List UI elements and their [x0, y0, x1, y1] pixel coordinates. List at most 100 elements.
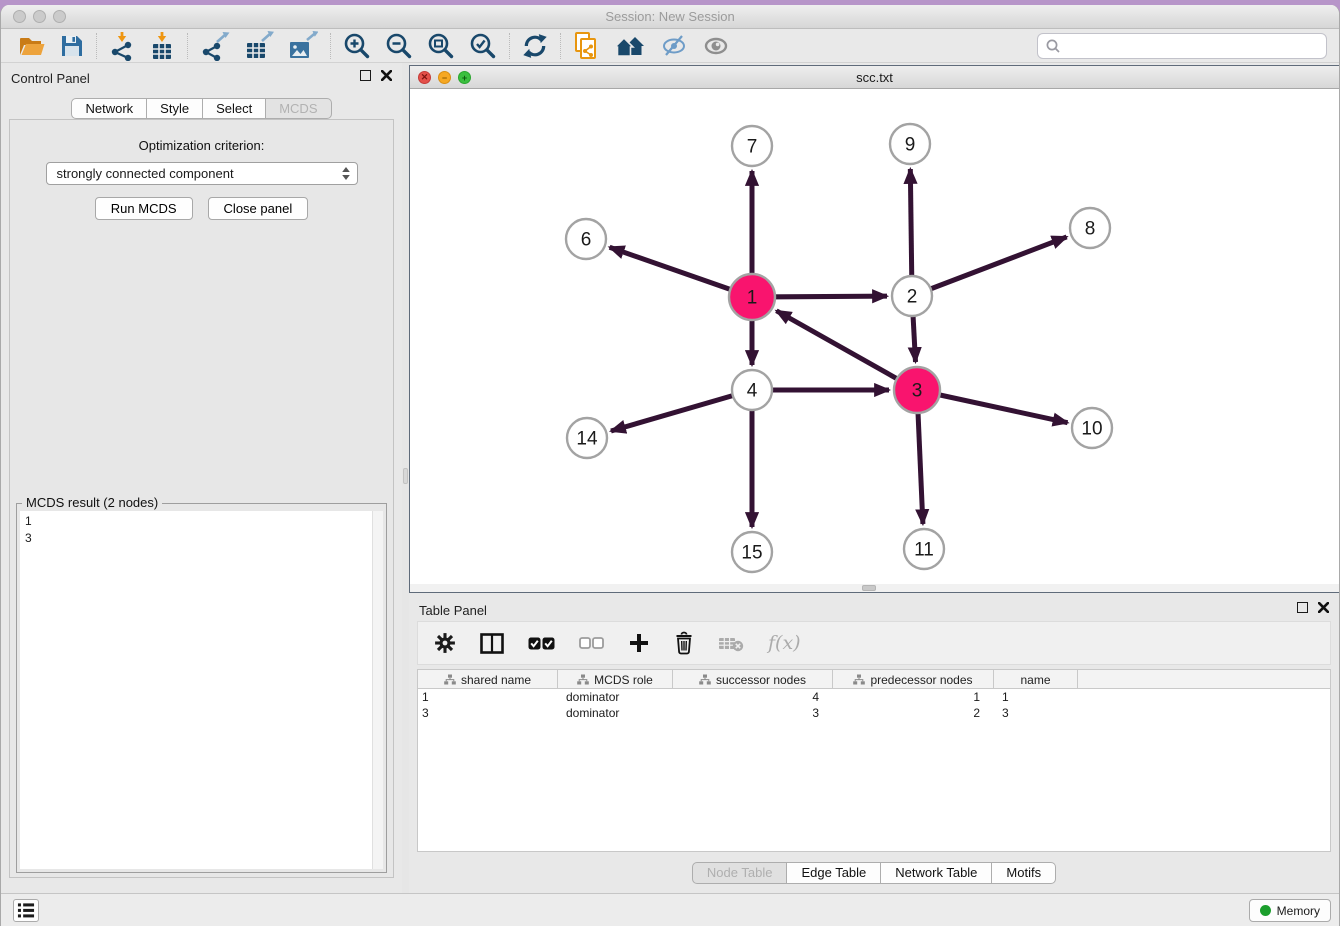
graph-node-2[interactable]: 2	[892, 276, 932, 316]
zoom-out-button[interactable]	[378, 30, 420, 62]
import-table-button[interactable]	[142, 30, 182, 62]
graph-node-9[interactable]: 9	[890, 124, 930, 164]
tab-style[interactable]: Style	[147, 98, 203, 119]
close-panel-button[interactable]: Close panel	[208, 197, 309, 220]
toolbar-separator	[560, 33, 561, 59]
graph-node-label: 11	[914, 540, 934, 561]
tab-motifs[interactable]: Motifs	[992, 862, 1056, 884]
result-scrollbar[interactable]	[372, 511, 383, 869]
titlebar: Session: New Session	[1, 5, 1339, 29]
trash-icon	[674, 631, 694, 655]
graph-node-14[interactable]: 14	[567, 418, 607, 458]
graph-node-3[interactable]: 3	[894, 367, 940, 413]
panel-divider[interactable]	[402, 63, 409, 893]
column-label: MCDS role	[594, 673, 653, 687]
show-all-button[interactable]	[696, 30, 738, 62]
graph-node-15[interactable]: 15	[732, 532, 772, 572]
select-stepper-icon	[341, 166, 351, 181]
tab-network-table[interactable]: Network Table	[881, 862, 992, 884]
graph-edge-4-14[interactable]	[611, 390, 752, 431]
graph-node-6[interactable]: 6	[566, 219, 606, 259]
column-header-MCDS-role[interactable]: MCDS role	[558, 670, 673, 689]
graph-node-7[interactable]: 7	[732, 126, 772, 166]
function-builder-button[interactable]: f(x)	[768, 632, 801, 654]
network-canvas[interactable]: 7 9 6 8 1 2 4 3 14 10 15 11	[410, 89, 1339, 584]
column-label: predecessor nodes	[870, 673, 972, 687]
tab-select[interactable]: Select	[203, 98, 266, 119]
graph-node-label: 9	[905, 135, 916, 156]
table-row-1[interactable]: 3dominator323	[418, 705, 1330, 721]
graph-node-label: 15	[741, 543, 762, 564]
graph-node-1[interactable]: 1	[729, 274, 775, 320]
import-network-button[interactable]	[102, 30, 142, 62]
table-cell: 3	[418, 705, 558, 721]
tab-network[interactable]: Network	[71, 98, 147, 119]
float-table-panel-icon[interactable]	[1297, 602, 1308, 613]
home-view-button[interactable]	[606, 30, 654, 62]
graph-node-10[interactable]: 10	[1072, 408, 1112, 448]
divider-grip[interactable]	[403, 468, 408, 484]
hide-selected-button[interactable]	[654, 30, 696, 62]
criterion-value: strongly connected component	[57, 166, 341, 181]
export-table-icon	[244, 31, 274, 61]
table-row-0[interactable]: 1dominator411	[418, 689, 1330, 705]
mcds-result-text[interactable]: 1 3	[20, 511, 383, 869]
import-table-icon	[149, 31, 175, 61]
graph-node-11[interactable]: 11	[904, 529, 944, 569]
add-column-button[interactable]	[628, 632, 650, 654]
column-header-shared-name[interactable]: shared name	[418, 670, 558, 689]
float-panel-icon[interactable]	[360, 70, 371, 81]
graph-node-label: 14	[576, 429, 598, 450]
run-mcds-button[interactable]: Run MCDS	[95, 197, 193, 220]
table-toolbar: f(x)	[417, 621, 1331, 665]
toolbar-separator	[187, 33, 188, 59]
mcds-result-group: MCDS result (2 nodes) 1 3	[16, 495, 387, 873]
close-table-panel-icon[interactable]	[1318, 602, 1329, 613]
eye-slash-icon	[661, 33, 689, 59]
zoom-selected-button[interactable]	[462, 30, 504, 62]
settings-gear-button[interactable]	[434, 632, 456, 654]
open-folder-icon	[18, 34, 46, 58]
deselect-all-columns-button[interactable]	[579, 637, 604, 649]
graph-node-4[interactable]: 4	[732, 370, 772, 410]
graph-node-8[interactable]: 8	[1070, 208, 1110, 248]
export-network-button[interactable]	[193, 30, 237, 62]
tree-icon	[577, 674, 589, 685]
network-hscrollbar[interactable]	[410, 584, 1339, 592]
delete-column-button[interactable]	[674, 631, 694, 655]
zoom-in-button[interactable]	[336, 30, 378, 62]
refresh-view-button[interactable]	[515, 30, 555, 62]
close-panel-icon[interactable]	[381, 70, 392, 81]
tab-node-table[interactable]: Node Table	[692, 862, 788, 884]
table-cell: 1	[994, 689, 1078, 705]
tab-mcds[interactable]: MCDS	[266, 98, 331, 119]
open-session-button[interactable]	[11, 30, 53, 62]
criterion-select[interactable]: strongly connected component	[46, 162, 358, 185]
memory-button[interactable]: Memory	[1249, 899, 1331, 922]
list-icon	[17, 902, 35, 919]
delete-table-button[interactable]	[718, 634, 744, 652]
network-hscroll-thumb[interactable]	[862, 585, 876, 591]
node-table: shared name MCDS role successor nodes prede…	[417, 669, 1331, 852]
graph-node-label: 7	[747, 137, 758, 158]
clone-network-button[interactable]	[566, 30, 606, 62]
save-session-button[interactable]	[53, 30, 91, 62]
graph-edge-3-1[interactable]	[776, 311, 917, 390]
toggle-panes-button[interactable]	[480, 633, 504, 654]
graph-edge-2-8[interactable]	[912, 237, 1067, 296]
toolbar-separator	[330, 33, 331, 59]
search-input[interactable]	[1061, 36, 1326, 56]
zoom-fit-button[interactable]	[420, 30, 462, 62]
select-all-columns-button[interactable]	[528, 637, 555, 650]
column-header-name[interactable]: name	[994, 670, 1078, 689]
task-history-button[interactable]	[13, 899, 39, 922]
column-header-successor-nodes[interactable]: successor nodes	[673, 670, 833, 689]
export-image-button[interactable]	[281, 30, 325, 62]
column-header-predecessor-nodes[interactable]: predecessor nodes	[833, 670, 994, 689]
tab-edge-table[interactable]: Edge Table	[787, 862, 881, 884]
import-network-icon	[109, 31, 135, 61]
toolbar-separator	[96, 33, 97, 59]
export-table-button[interactable]	[237, 30, 281, 62]
zoom-selected-icon	[469, 32, 497, 60]
checked-boxes-icon	[528, 637, 555, 650]
